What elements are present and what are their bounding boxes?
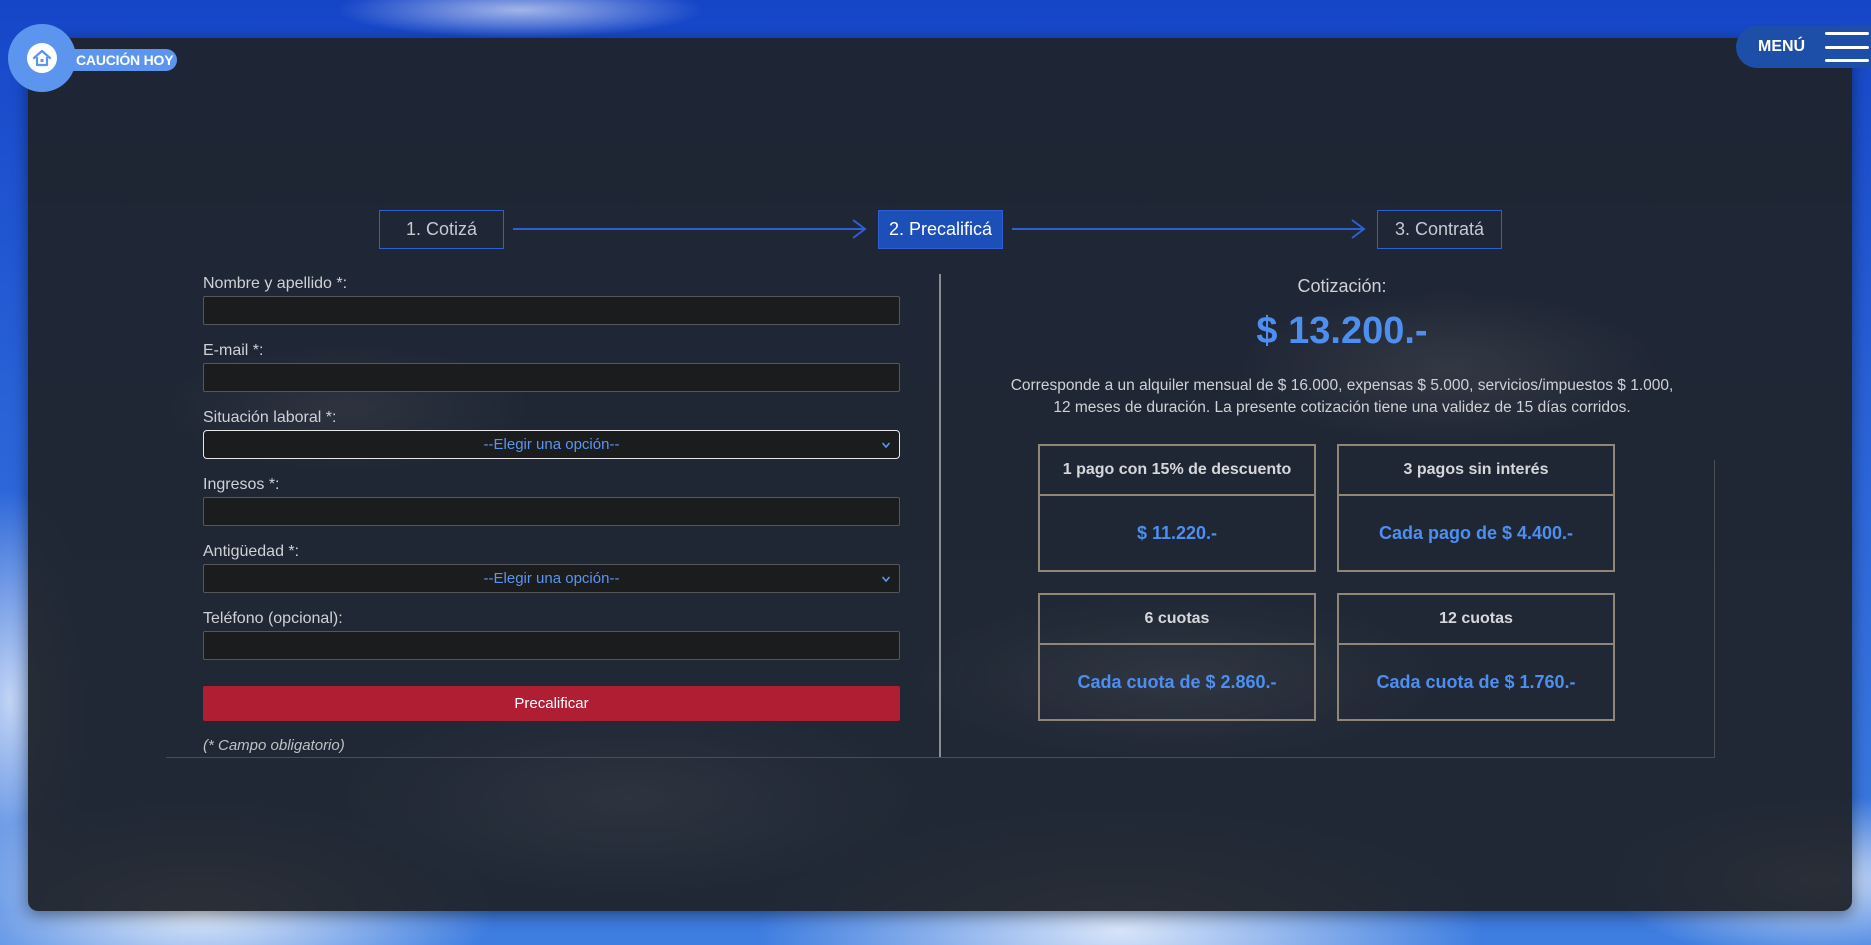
phone-input[interactable]: [203, 631, 900, 660]
quote-title: Cotización:: [1297, 276, 1387, 296]
seniority-label: Antigüedad *:: [203, 543, 300, 560]
plan-value: Cada cuota de $ 2.860.-: [1077, 671, 1277, 692]
brand-logo[interactable]: [8, 24, 76, 92]
step-precalifica[interactable]: 2. Precalificá: [878, 210, 1003, 249]
chevron-down-icon: [881, 442, 891, 449]
section-divider: [1714, 460, 1715, 758]
required-note: (* Campo obligatorio): [203, 737, 345, 754]
income-input[interactable]: [203, 497, 900, 526]
precalificar-button[interactable]: Precalificar: [203, 686, 900, 721]
work-status-label: Situación laboral *:: [203, 409, 337, 426]
plan-title: 3 pagos sin interés: [1339, 446, 1613, 496]
chevron-down-icon: [881, 576, 891, 583]
step-contrata[interactable]: 3. Contratá: [1377, 210, 1502, 249]
email-input[interactable]: [203, 363, 900, 392]
plan-value: Cada cuota de $ 1.760.-: [1376, 671, 1576, 692]
hamburger-icon: [1825, 32, 1869, 62]
menu-label: MENÚ: [1758, 38, 1806, 55]
plan-card-single-payment[interactable]: 1 pago con 15% de descuento $ 11.220.-: [1038, 444, 1316, 572]
name-input[interactable]: [203, 296, 900, 325]
step-connector: [1012, 228, 1364, 230]
plan-card-3-payments[interactable]: 3 pagos sin interés Cada pago de $ 4.400…: [1337, 444, 1615, 572]
column-divider: [939, 274, 941, 758]
menu-button[interactable]: MENÚ: [1736, 26, 1871, 68]
plan-value: Cada pago de $ 4.400.-: [1378, 522, 1574, 543]
name-label: Nombre y apellido *:: [203, 275, 348, 292]
house-icon: [27, 43, 57, 73]
plan-card-12-installments[interactable]: 12 cuotas Cada cuota de $ 1.760.-: [1337, 593, 1615, 721]
section-divider: [166, 757, 1714, 758]
quote-amount: $ 13.200.-: [1256, 310, 1428, 352]
phone-label: Teléfono (opcional):: [203, 610, 343, 627]
step-cotiza[interactable]: 1. Cotizá: [379, 210, 504, 249]
quote-description: Corresponde a un alquiler mensual de $ 1…: [1010, 377, 1674, 416]
income-label: Ingresos *:: [203, 476, 280, 493]
arrow-right-icon: [1351, 219, 1366, 239]
plan-value: $ 11.220.-: [1136, 522, 1218, 543]
seniority-select[interactable]: --Elegir una opción--: [203, 564, 900, 593]
email-label: E-mail *:: [203, 342, 264, 359]
arrow-right-icon: [852, 219, 867, 239]
plan-title: 1 pago con 15% de descuento: [1040, 446, 1314, 496]
plan-title: 12 cuotas: [1339, 595, 1613, 645]
plan-card-6-installments[interactable]: 6 cuotas Cada cuota de $ 2.860.-: [1038, 593, 1316, 721]
seniority-value: --Elegir una opción--: [483, 570, 620, 587]
work-status-select[interactable]: --Elegir una opción--: [203, 430, 900, 459]
step-connector: [513, 228, 865, 230]
work-status-value: --Elegir una opción--: [483, 436, 620, 453]
plan-title: 6 cuotas: [1040, 595, 1314, 645]
